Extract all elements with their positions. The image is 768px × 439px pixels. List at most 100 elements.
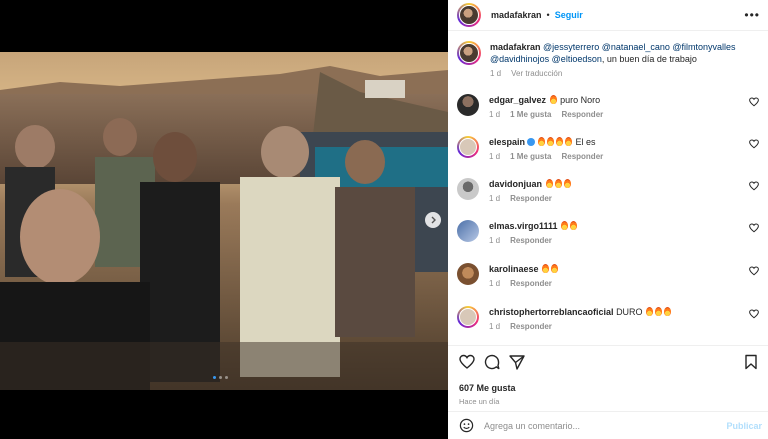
fire-emoji-icon: [551, 264, 559, 273]
commenter-avatar[interactable]: [457, 220, 479, 242]
author-avatar[interactable]: [457, 3, 481, 27]
comment-meta: 1 d Responder: [489, 236, 744, 245]
fire-emoji-icon: [655, 307, 663, 316]
caption: madafakran @jessyterrero @natanael_cano …: [457, 41, 761, 78]
comment-bubble-icon[interactable]: [484, 354, 500, 370]
comments-list: madafakran @jessyterrero @natanael_cano …: [448, 32, 768, 345]
like-heart-icon[interactable]: [459, 354, 475, 370]
fire-emoji-icon: [545, 179, 553, 188]
carousel-dot: [213, 376, 216, 379]
commenter-avatar[interactable]: [457, 94, 479, 116]
comment-item: edgar_galvez puro Noro 1 d 1 Me gusta Respo…: [457, 94, 761, 119]
see-translation-button[interactable]: Ver traducción: [511, 69, 562, 78]
comment-meta: 1 d 1 Me gusta Responder: [489, 152, 744, 161]
comment-time: 1 d: [489, 152, 501, 161]
follow-button[interactable]: Seguir: [555, 10, 583, 20]
fire-emoji-icon: [570, 221, 578, 230]
comment-input[interactable]: Agrega un comentario...: [484, 421, 580, 431]
fire-emoji-icon: [664, 307, 672, 316]
comment-likes[interactable]: 1 Me gusta: [510, 152, 551, 161]
fire-emoji-icon: [565, 137, 573, 146]
comment-item: christophertorreblancaoficial DURO 1 d Re…: [457, 306, 761, 331]
reply-button[interactable]: Responder: [561, 152, 603, 161]
reply-button[interactable]: Responder: [510, 322, 552, 331]
comment-like-heart-icon[interactable]: [749, 181, 759, 191]
comment-body: puro Noro: [560, 95, 601, 105]
commenter-avatar[interactable]: [457, 263, 479, 285]
comment-meta: 1 d Responder: [489, 194, 744, 203]
post-timestamp: Hace un día: [459, 397, 500, 406]
comment-body: DURO: [616, 307, 643, 317]
comment-text: edgar_galvez puro Noro: [489, 94, 744, 106]
carousel-dot: [219, 376, 222, 379]
carousel-dot: [225, 376, 228, 379]
fire-emoji-icon: [556, 137, 564, 146]
reply-button[interactable]: Responder: [510, 279, 552, 288]
save-bookmark-icon[interactable]: [743, 354, 759, 370]
likes-count[interactable]: 607 Me gusta: [459, 383, 516, 393]
commenter-username[interactable]: karolinaese: [489, 264, 539, 274]
comment-like-heart-icon[interactable]: [749, 266, 759, 276]
commenter-avatar[interactable]: [457, 178, 479, 200]
fire-emoji-icon: [549, 95, 557, 104]
commenter-username[interactable]: elmas.virgo1111: [489, 221, 558, 231]
caption-meta: 1 d Ver traducción: [490, 69, 745, 78]
comment-like-heart-icon[interactable]: [749, 139, 759, 149]
comment-text: elmas.virgo1111: [489, 220, 744, 232]
post-actions: 607 Me gusta Hace un día: [448, 345, 768, 411]
comment-time: 1 d: [489, 110, 501, 119]
comment-time: 1 d: [489, 236, 501, 245]
emoji-smiley-icon[interactable]: [459, 418, 474, 433]
share-paper-plane-icon[interactable]: [509, 354, 525, 370]
comment-meta: 1 d Responder: [489, 279, 744, 288]
comment-time: 1 d: [489, 322, 501, 331]
comment-text: christophertorreblancaoficial DURO: [489, 306, 744, 318]
fire-emoji-icon: [561, 221, 569, 230]
comment-body: El es: [575, 137, 596, 147]
fire-emoji-icon: [547, 137, 555, 146]
caption-body: , un buen día de trabajo: [601, 54, 697, 64]
commenter-avatar[interactable]: [457, 136, 479, 158]
author-username[interactable]: madafakran: [491, 10, 542, 20]
comment-like-heart-icon[interactable]: [749, 223, 759, 233]
publish-button[interactable]: Publicar: [726, 421, 762, 431]
post-photo[interactable]: [0, 52, 448, 390]
fire-emoji-icon: [554, 179, 562, 188]
reply-button[interactable]: Responder: [561, 110, 603, 119]
separator-dot: •: [546, 10, 550, 20]
more-options-button[interactable]: •••: [744, 8, 760, 22]
commenter-username[interactable]: elespain: [489, 137, 525, 147]
commenter-username[interactable]: christophertorreblancaoficial: [489, 307, 614, 317]
comment-composer: Agrega un comentario... Publicar: [448, 411, 768, 439]
comment-time: 1 d: [489, 194, 501, 203]
post-header: madafakran • Seguir •••: [448, 0, 768, 31]
post-side-panel: madafakran • Seguir ••• madafakran @jess…: [448, 0, 768, 439]
carousel-indicator: [213, 376, 228, 379]
reply-button[interactable]: Responder: [510, 194, 552, 203]
fire-emoji-icon: [563, 179, 571, 188]
caption-text: madafakran @jessyterrero @natanael_cano …: [490, 41, 745, 65]
fire-emoji-icon: [646, 307, 654, 316]
carousel-next-button[interactable]: [425, 212, 441, 228]
caption-time: 1 d: [490, 69, 502, 78]
comment-like-heart-icon[interactable]: [749, 309, 759, 319]
chevron-right-icon: [431, 216, 436, 224]
comment-likes[interactable]: 1 Me gusta: [510, 110, 551, 119]
comment-text: davidonjuan: [489, 178, 744, 190]
fire-emoji-icon: [542, 264, 550, 273]
comment-meta: 1 d Responder: [489, 322, 744, 331]
commenter-username[interactable]: davidonjuan: [489, 179, 542, 189]
fire-emoji-icon: [538, 137, 546, 146]
post-media: [0, 0, 448, 439]
commenter-username[interactable]: edgar_galvez: [489, 95, 546, 105]
comment-item: davidonjuan 1 d Responder: [457, 178, 761, 203]
comment-text: elespain El es: [489, 136, 744, 148]
comment-text: karolinaese: [489, 263, 744, 275]
verified-badge-icon: [527, 138, 536, 146]
reply-button[interactable]: Responder: [510, 236, 552, 245]
caption-author[interactable]: madafakran: [490, 42, 541, 52]
commenter-avatar[interactable]: [457, 306, 479, 328]
comment-meta: 1 d 1 Me gusta Responder: [489, 110, 744, 119]
caption-avatar[interactable]: [457, 41, 481, 65]
comment-like-heart-icon[interactable]: [749, 97, 759, 107]
